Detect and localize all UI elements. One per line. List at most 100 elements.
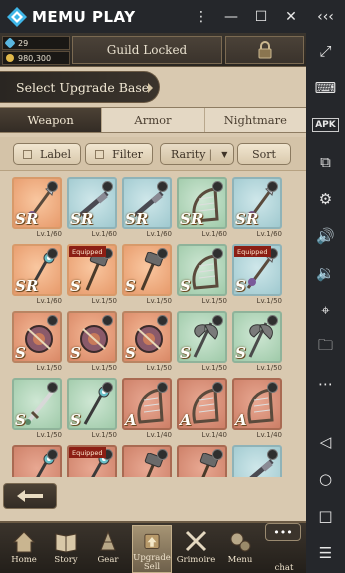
rarity-rank: SR (70, 210, 94, 228)
nav-upgrade-sell[interactable]: Upgrade Sell (132, 525, 172, 573)
weapon-grid: SR Lv.1/60 SR Lv.1/60 SR Lv.1/60 SR Lv.1/60 SR Lv… (12, 177, 292, 477)
tab-armor[interactable]: Armor (102, 108, 205, 132)
location-icon[interactable]: ⌖ (306, 295, 345, 325)
weapon-card[interactable] (12, 445, 62, 477)
minimize-icon[interactable]: — (216, 0, 246, 33)
weapon-card[interactable]: A Lv.1/40 (177, 378, 227, 442)
filter-button-text: Filter (112, 147, 143, 161)
weapon-frame: S (122, 311, 172, 363)
chevron-down-icon: ▼ (221, 149, 228, 159)
page-title: Select Upgrade Base (0, 71, 160, 103)
element-icon (47, 248, 58, 259)
weapon-frame: S (177, 311, 227, 363)
weapon-frame (12, 445, 62, 477)
weapon-card[interactable] (232, 445, 282, 477)
element-icon (212, 449, 223, 460)
rarity-rank: A (235, 411, 247, 429)
weapon-card[interactable]: A Lv.1/40 (122, 378, 172, 442)
weapon-card[interactable]: S Lv.1/50 (67, 378, 117, 442)
tab-nightmare[interactable]: Nightmare (205, 108, 306, 132)
arrow-right-icon (148, 83, 153, 93)
back-button[interactable] (3, 483, 57, 509)
nav-label: Story (54, 555, 78, 565)
settings-icon[interactable]: ⚙ (306, 184, 345, 214)
fullscreen-icon[interactable]: ⤢ (306, 36, 345, 66)
weapon-level: Lv.1/60 (36, 230, 62, 238)
keyboard-icon[interactable]: ⌨ (306, 73, 345, 103)
weapon-card[interactable]: SR Lv.1/60 (12, 177, 62, 241)
more-vertical-icon[interactable]: ⋮ (186, 0, 216, 33)
filter-toolbar: Label Filter Rarity | ▼ Sort (0, 137, 306, 171)
weapon-frame: SR (67, 177, 117, 229)
weapon-card[interactable]: Equipped (67, 445, 117, 477)
weapon-card[interactable]: SR Lv.1/60 (232, 177, 282, 241)
weapon-card[interactable]: S Lv.1/50 (122, 311, 172, 375)
bottom-nav: Home Story Gear Upgrade Sell Grimoire Menu cha… (0, 521, 306, 573)
weapon-frame: A (122, 378, 172, 430)
weapon-card[interactable]: SR Lv.1/60 (67, 177, 117, 241)
weapon-card[interactable] (122, 445, 172, 477)
weapon-card[interactable]: A Lv.1/40 (232, 378, 282, 442)
sort-button[interactable]: Sort (237, 143, 291, 165)
weapon-card[interactable]: S Lv.1/50 (12, 311, 62, 375)
more-horizontal-icon[interactable]: ⋯ (306, 369, 345, 399)
weapon-card[interactable]: SR Lv.1/60 (122, 177, 172, 241)
weapon-card[interactable]: S Lv.1/50 (177, 311, 227, 375)
tab-armor-label: Armor (134, 113, 172, 127)
sort-button-text: Sort (252, 147, 276, 161)
weapon-frame: Equipped S (67, 244, 117, 296)
currency-header: 29 980,300 Guild Locked (0, 33, 306, 67)
weapon-card[interactable]: S Lv.1/50 (122, 244, 172, 308)
lock-panel (225, 36, 304, 64)
weapon-card[interactable]: SR Lv.1/60 (12, 244, 62, 308)
nav-label: Upgrade Sell (133, 553, 171, 572)
filter-button[interactable]: Filter (85, 143, 153, 165)
weapon-frame: SR (232, 177, 282, 229)
weapon-card[interactable]: S Lv.1/50 (232, 311, 282, 375)
weapon-card[interactable] (177, 445, 227, 477)
guild-button[interactable]: Guild Locked (72, 36, 222, 64)
volume-up-icon[interactable]: 🔊 (306, 221, 345, 251)
rarity-dropdown[interactable]: Rarity | ▼ (160, 143, 234, 165)
label-button[interactable]: Label (13, 143, 81, 165)
weapon-level: Lv.1/50 (256, 297, 282, 305)
back-icon[interactable]: ◁ (306, 427, 345, 457)
multi-window-icon[interactable]: ⧉ (306, 147, 345, 177)
collapse-icon[interactable]: ‹‹‹ (306, 0, 345, 33)
rarity-rank: A (180, 411, 192, 429)
apk-icon[interactable]: APK (306, 110, 345, 140)
menu-lines-icon[interactable]: ☰ (306, 538, 345, 568)
weapon-frame: A (177, 378, 227, 430)
nav-home[interactable]: Home (4, 525, 44, 573)
nav-story[interactable]: Story (46, 525, 86, 573)
element-icon (212, 181, 223, 192)
volume-down-icon[interactable]: 🔉 (306, 258, 345, 288)
weapon-card[interactable]: S Lv.1/50 (67, 311, 117, 375)
checkbox-icon (23, 149, 33, 159)
nav-menu[interactable]: Menu (220, 525, 260, 573)
weapon-frame: S (12, 378, 62, 430)
weapon-card[interactable]: S Lv.1/50 (12, 378, 62, 442)
close-icon[interactable]: ✕ (276, 0, 306, 33)
nav-gear[interactable]: Gear (88, 525, 128, 573)
home-icon[interactable]: ○ (306, 464, 345, 494)
chat-bubble-button[interactable]: ••• (265, 523, 301, 541)
nav-grimoire[interactable]: Grimoire (176, 525, 216, 573)
weapon-frame: S (67, 311, 117, 363)
gem-icon (4, 37, 16, 49)
cogs-icon (230, 532, 251, 552)
folder-icon[interactable]: 🗀 (306, 332, 345, 362)
tab-weapon[interactable]: Weapon (0, 108, 103, 132)
recent-apps-icon[interactable]: □ (306, 501, 345, 531)
equipped-badge: Equipped (234, 246, 271, 257)
weapon-card[interactable]: SR Lv.1/60 (177, 177, 227, 241)
weapon-level: Lv.1/60 (201, 230, 227, 238)
element-icon (157, 315, 168, 326)
element-icon (47, 181, 58, 192)
weapon-card[interactable]: Equipped S Lv.1/50 (232, 244, 282, 308)
weapon-card[interactable]: S Lv.1/50 (177, 244, 227, 308)
maximize-icon[interactable]: ☐ (246, 0, 276, 33)
checkbox-icon (95, 149, 105, 159)
weapon-card[interactable]: Equipped S Lv.1/50 (67, 244, 117, 308)
element-icon (157, 449, 168, 460)
